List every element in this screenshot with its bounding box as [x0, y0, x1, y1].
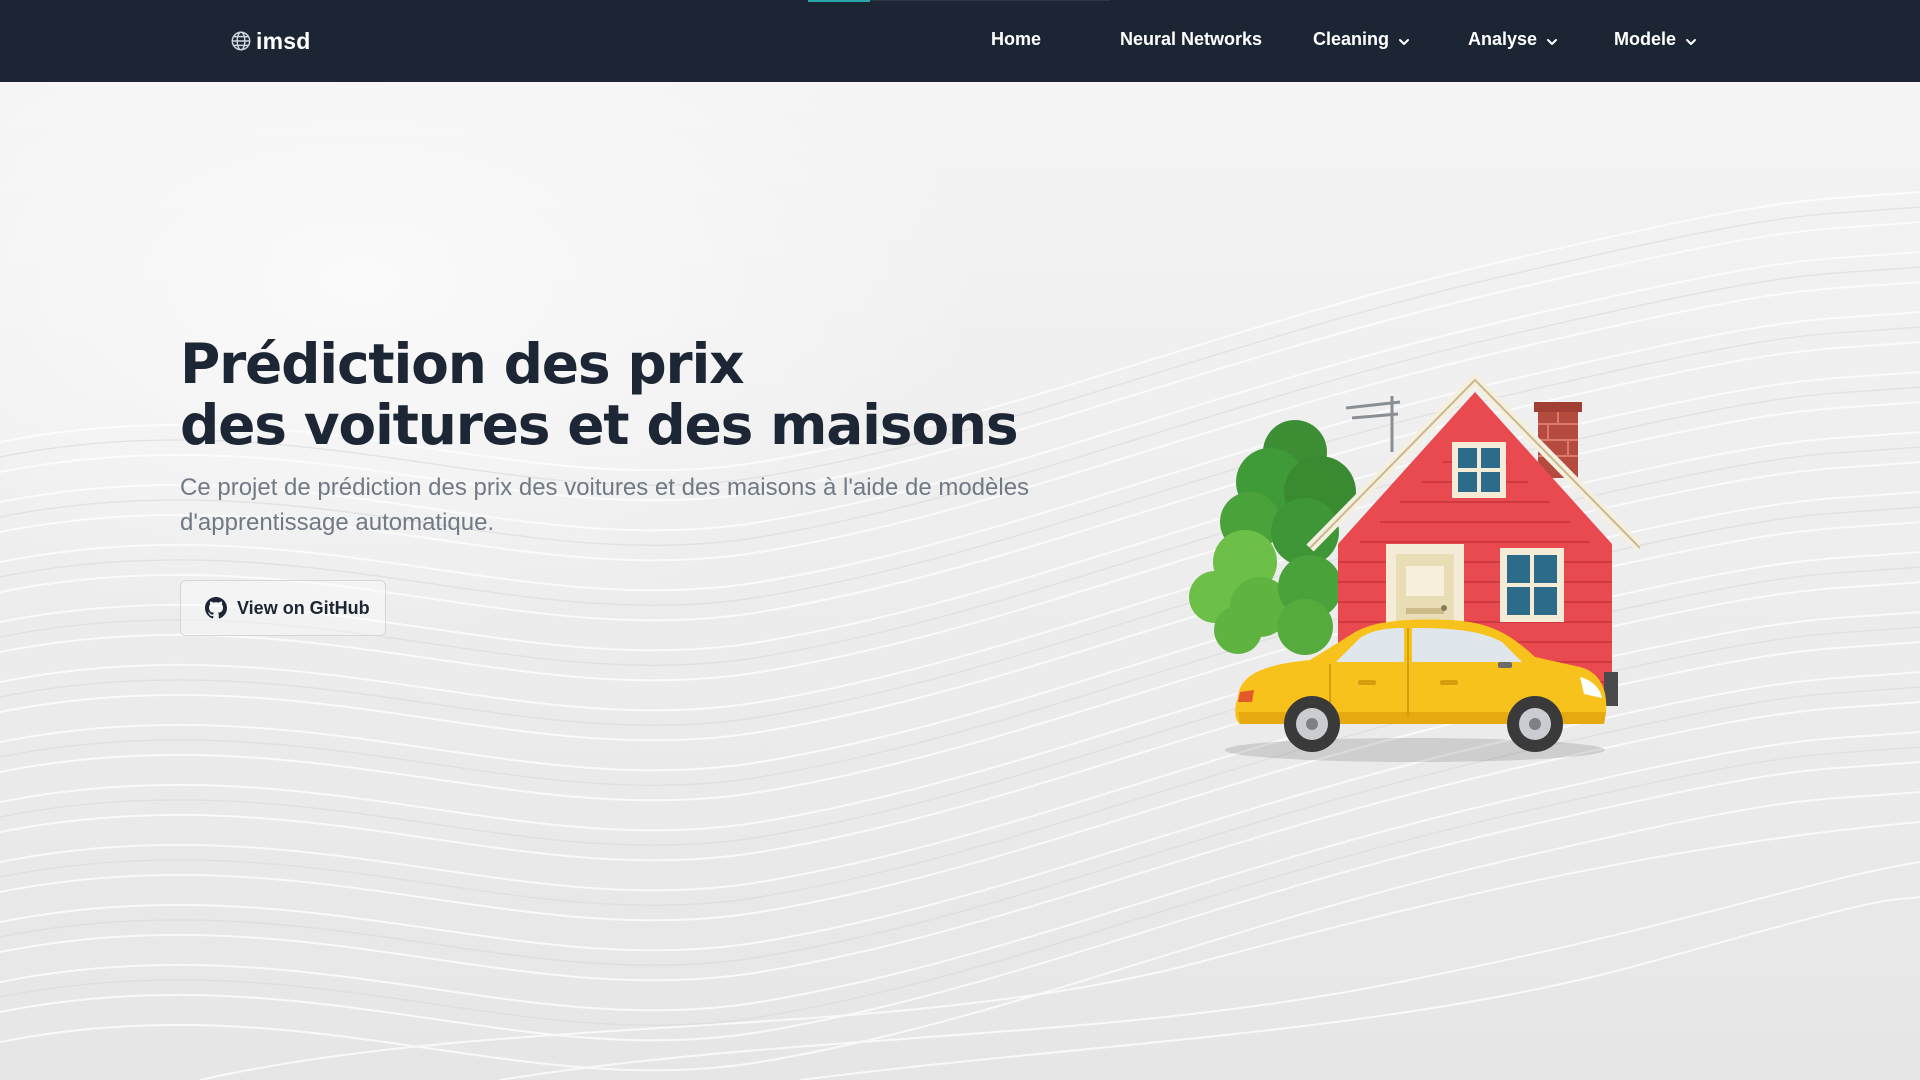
- navbar: imsd Home Neural Networks Cleaning Analy…: [0, 0, 1920, 82]
- nav-item-neural-networks[interactable]: Neural Networks: [1120, 29, 1262, 50]
- page: imsd Home Neural Networks Cleaning Analy…: [0, 0, 1920, 1080]
- github-icon: [205, 597, 227, 619]
- nav-item-label: Cleaning: [1313, 29, 1390, 49]
- brand-logo[interactable]: imsd: [230, 26, 310, 56]
- nav-item-cleaning[interactable]: Cleaning: [1313, 29, 1411, 50]
- brand-name: imsd: [256, 27, 311, 54]
- nav-active-indicator: [808, 0, 870, 2]
- hero-title-line-1: Prédiction des prix: [180, 332, 745, 396]
- nav-item-label: Analyse: [1468, 29, 1538, 49]
- antenna-icon: [1345, 396, 1401, 452]
- nav-item-modele[interactable]: Modele: [1614, 29, 1698, 50]
- nav-divider: [870, 0, 1110, 1]
- chevron-down-icon: [1397, 35, 1411, 49]
- tree-icon: [1189, 420, 1356, 655]
- hero-title-line-2: des voitures et des maisons: [180, 393, 1019, 457]
- hero-title: Prédiction des prix des voitures et des …: [180, 334, 1080, 456]
- nav-item-home[interactable]: Home: [991, 29, 1041, 50]
- view-on-github-label: View on GitHub: [237, 597, 370, 618]
- nav-item-analyse[interactable]: Analyse: [1468, 29, 1559, 50]
- hero-description: Ce projet de prédiction des prix des voi…: [180, 474, 1030, 536]
- nav-item-label: Modele: [1614, 29, 1677, 49]
- hero-section: Prédiction des prix des voitures et des …: [0, 82, 1920, 1080]
- house-and-car-illustration: [1189, 372, 1640, 762]
- globe-icon: [230, 30, 252, 52]
- chevron-down-icon: [1545, 35, 1559, 49]
- chevron-down-icon: [1684, 35, 1698, 49]
- nav-item-label: Home: [991, 29, 1042, 49]
- view-on-github-button[interactable]: View on GitHub: [180, 580, 386, 636]
- nav-item-label: Neural Networks: [1120, 29, 1263, 49]
